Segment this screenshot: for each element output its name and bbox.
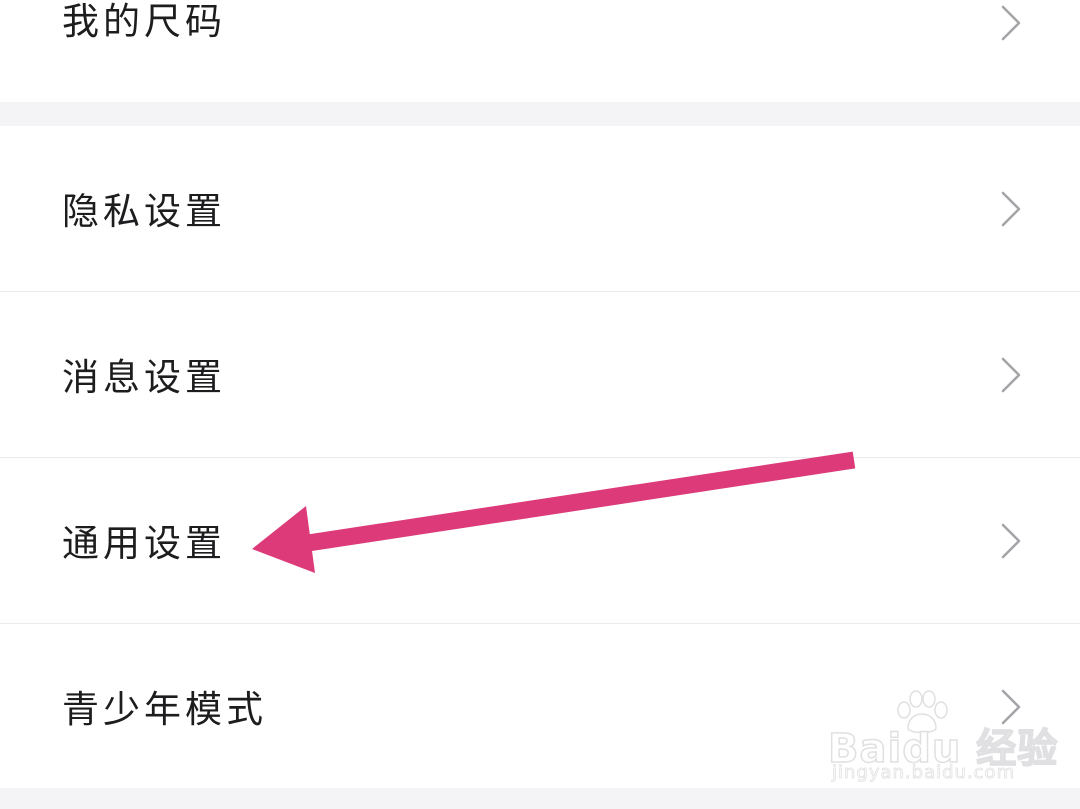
settings-row-my-size[interactable]: 我的尺码	[0, 0, 1080, 102]
chevron-right-icon	[1001, 357, 1021, 393]
settings-row-label: 隐私设置	[62, 190, 226, 233]
settings-row-general[interactable]: 通用设置	[0, 458, 1080, 623]
chevron-right-icon	[1001, 523, 1021, 559]
settings-row-privacy[interactable]: 隐私设置	[0, 126, 1080, 291]
baidu-jingyan-watermark: Baidu 经验 jingyan.baidu.com	[826, 690, 1058, 790]
chevron-right-icon	[1001, 5, 1021, 41]
watermark-url: jingyan.baidu.com	[832, 762, 1016, 784]
settings-group-top: 我的尺码	[0, 0, 1080, 102]
settings-row-label: 消息设置	[62, 356, 226, 399]
settings-row-label: 青少年模式	[62, 688, 267, 731]
settings-row-label: 我的尺码	[62, 0, 226, 43]
settings-row-label: 通用设置	[62, 522, 226, 565]
settings-group-main: 隐私设置 消息设置 通用设置 青少年模式	[0, 126, 1080, 788]
chevron-right-icon	[1001, 191, 1021, 227]
settings-row-messages[interactable]: 消息设置	[0, 292, 1080, 457]
